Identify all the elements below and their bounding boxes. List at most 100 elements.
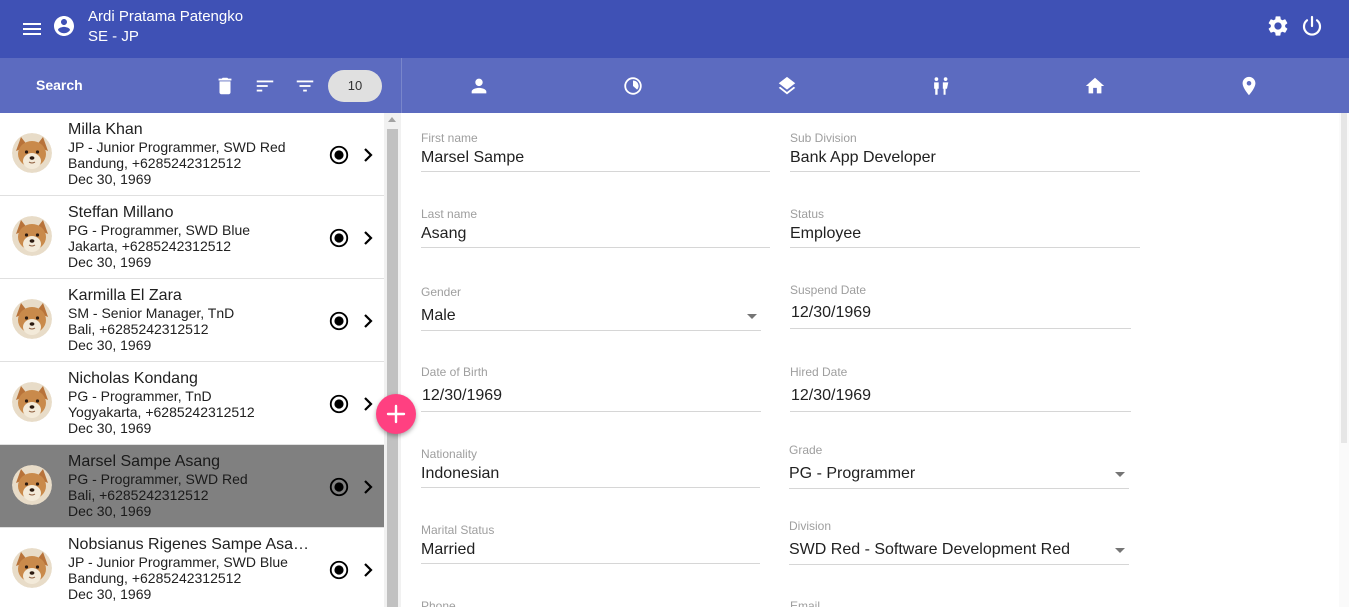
employee-name: Karmilla El Zara xyxy=(68,287,182,304)
nationality-label: Nationality xyxy=(421,447,478,461)
employee-contact: Bali, +6285242312512 xyxy=(68,487,209,503)
employee-name: Marsel Sampe Asang xyxy=(68,453,221,470)
employee-list-item[interactable]: Nobsianus Rigenes Sampe Asa… JP - Junior… xyxy=(0,528,384,607)
gender-underline xyxy=(421,330,761,331)
tab-address[interactable] xyxy=(1018,58,1172,113)
radio-checked-icon[interactable] xyxy=(328,227,350,249)
status-field[interactable]: Status Employee xyxy=(790,207,1140,249)
employee-list-item[interactable]: Marsel Sampe Asang PG - Programmer, SWD … xyxy=(0,445,384,528)
scroll-up-arrow-icon[interactable] xyxy=(388,117,396,122)
marital-status-field[interactable]: Marital Status Married xyxy=(421,523,760,565)
tab-location[interactable] xyxy=(1172,58,1326,113)
scroll-thumb[interactable] xyxy=(387,129,398,607)
employee-date: Dec 30, 1969 xyxy=(68,503,152,519)
division-value[interactable]: SWD Red - Software Development Red xyxy=(789,540,1070,560)
employee-list-item[interactable]: Karmilla El Zara SM - Senior Manager, Tn… xyxy=(0,279,384,362)
employee-contact: Yogyakarta, +6285242312512 xyxy=(68,404,255,420)
sort-icon[interactable] xyxy=(254,75,276,97)
menu-icon[interactable] xyxy=(20,17,44,41)
employee-date: Dec 30, 1969 xyxy=(68,254,152,270)
radio-checked-icon[interactable] xyxy=(328,310,350,332)
suspend-date-value[interactable]: 12/30/1969 xyxy=(791,303,871,323)
tab-layers[interactable] xyxy=(710,58,864,113)
last-name-field[interactable]: Last name Asang xyxy=(421,207,770,249)
employee-list-item[interactable]: Milla Khan JP - Junior Programmer, SWD R… xyxy=(0,113,384,196)
add-employee-button[interactable] xyxy=(376,394,416,434)
search-button[interactable]: Search xyxy=(36,77,83,93)
employee-list-item[interactable]: Nicholas Kondang PG - Programmer, TnD Yo… xyxy=(0,362,384,445)
avatar xyxy=(12,133,52,173)
marital-status-value[interactable]: Married xyxy=(421,540,475,560)
employee-position: PG - Programmer, TnD xyxy=(68,388,212,404)
radio-checked-icon[interactable] xyxy=(328,393,350,415)
power-icon[interactable] xyxy=(1300,14,1324,38)
employee-date: Dec 30, 1969 xyxy=(68,171,152,187)
tab-family[interactable] xyxy=(864,58,1018,113)
timelapse-icon xyxy=(624,77,642,95)
nationality-field[interactable]: Nationality Indonesian xyxy=(421,447,760,489)
chevron-right-icon[interactable] xyxy=(359,228,377,248)
account-circle-icon[interactable] xyxy=(52,14,76,38)
count-badge[interactable]: 10 xyxy=(328,70,382,102)
sub-division-label: Sub Division xyxy=(790,131,857,145)
first-name-field[interactable]: First name Marsel Sampe xyxy=(421,131,770,173)
chevron-right-icon[interactable] xyxy=(359,394,377,414)
person-icon xyxy=(471,78,487,94)
first-name-value[interactable]: Marsel Sampe xyxy=(421,148,524,168)
tab-personal[interactable] xyxy=(402,58,556,113)
chevron-right-icon[interactable] xyxy=(359,560,377,580)
last-name-value[interactable]: Asang xyxy=(421,224,466,244)
employee-position: SM - Senior Manager, TnD xyxy=(68,305,235,321)
grade-value[interactable]: PG - Programmer xyxy=(789,464,915,484)
layers-icon xyxy=(778,76,796,95)
dob-field[interactable]: Date of Birth 12/30/1969 xyxy=(421,365,761,412)
dob-label: Date of Birth xyxy=(421,365,488,379)
hired-date-value[interactable]: 12/30/1969 xyxy=(791,386,871,406)
chevron-right-icon[interactable] xyxy=(359,145,377,165)
first-name-label: First name xyxy=(421,131,478,145)
dob-value[interactable]: 12/30/1969 xyxy=(422,386,502,406)
division-select[interactable]: Division SWD Red - Software Development … xyxy=(789,519,1129,565)
plus-icon xyxy=(386,404,406,424)
filter-icon[interactable] xyxy=(294,75,316,97)
chevron-down-icon[interactable] xyxy=(747,314,757,319)
employee-position: PG - Programmer, SWD Red xyxy=(68,471,248,487)
radio-checked-icon[interactable] xyxy=(328,476,350,498)
tab-history[interactable] xyxy=(556,58,710,113)
grade-select[interactable]: Grade PG - Programmer xyxy=(789,443,1129,489)
hired-date-field[interactable]: Hired Date 12/30/1969 xyxy=(790,365,1131,412)
chevron-right-icon[interactable] xyxy=(359,311,377,331)
employee-detail-form: First name Marsel Sampe Last name Asang … xyxy=(401,113,1349,607)
employee-contact: Bandung, +6285242312512 xyxy=(68,570,242,586)
nationality-value[interactable]: Indonesian xyxy=(421,464,499,484)
dob-underline xyxy=(421,411,761,412)
chevron-down-icon[interactable] xyxy=(1115,472,1125,477)
employee-name: Nobsianus Rigenes Sampe Asa… xyxy=(68,536,310,553)
gender-select[interactable]: Gender Male xyxy=(421,285,761,331)
status-underline xyxy=(790,247,1140,248)
gender-label: Gender xyxy=(421,285,462,299)
phone-field[interactable]: Phone xyxy=(421,599,760,607)
employee-date: Dec 30, 1969 xyxy=(68,420,152,436)
top-app-bar: Ardi Pratama Patengko SE - JP xyxy=(0,0,1349,58)
employee-list-item[interactable]: Steffan Millano PG - Programmer, SWD Blu… xyxy=(0,196,384,279)
gender-value[interactable]: Male xyxy=(421,306,456,326)
phone-label: Phone xyxy=(421,599,456,607)
radio-checked-icon[interactable] xyxy=(328,559,350,581)
sub-division-value[interactable]: Bank App Developer xyxy=(790,148,936,168)
chevron-down-icon[interactable] xyxy=(1115,548,1125,553)
sub-division-field[interactable]: Sub Division Bank App Developer xyxy=(790,131,1140,173)
page-scrollbar[interactable] xyxy=(1339,113,1349,607)
status-value[interactable]: Employee xyxy=(790,224,861,244)
gear-icon[interactable] xyxy=(1266,14,1290,38)
suspend-date-field[interactable]: Suspend Date 12/30/1969 xyxy=(790,283,1131,330)
employee-position: PG - Programmer, SWD Blue xyxy=(68,222,251,238)
email-field[interactable]: Email xyxy=(790,599,1131,607)
list-scrollbar[interactable] xyxy=(384,113,401,607)
radio-checked-icon[interactable] xyxy=(328,144,350,166)
avatar xyxy=(12,465,52,505)
delete-icon[interactable] xyxy=(214,75,236,97)
avatar xyxy=(12,216,52,256)
chevron-right-icon[interactable] xyxy=(359,477,377,497)
page-scroll-thumb[interactable] xyxy=(1341,113,1347,443)
